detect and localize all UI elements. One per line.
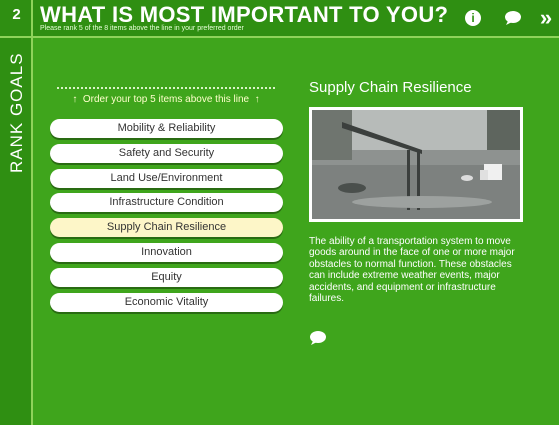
rank-item[interactable]: Economic Vitality	[50, 292, 283, 312]
detail-title: Supply Chain Resilience	[309, 79, 472, 96]
flooded-highway-image	[312, 110, 520, 219]
detail-photo	[309, 107, 523, 222]
comment-icon	[505, 11, 521, 25]
detail-description: The ability of a transportation system t…	[309, 236, 515, 305]
app-window: 2 RANK GOALS WHAT IS MOST IMPORTANT TO Y…	[0, 0, 559, 425]
left-rail: 2 RANK GOALS	[0, 0, 33, 425]
info-icon: i	[465, 10, 481, 26]
instruction-text: Order your top 5 items above this line	[82, 94, 250, 105]
rank-item[interactable]: Equity	[50, 267, 283, 287]
rail-divider	[0, 36, 33, 38]
rank-instruction: ↑ Order your top 5 items above this line…	[57, 94, 275, 105]
header-divider	[33, 36, 559, 38]
ranking-list: Mobility & Reliability Safety and Securi…	[50, 119, 283, 317]
page-subtitle: Please rank 5 of the 8 items above the l…	[40, 25, 244, 32]
comment-button[interactable]	[503, 8, 523, 28]
rank-item-selected[interactable]: Supply Chain Resilience	[50, 218, 283, 238]
up-arrow-icon: ↑	[254, 94, 260, 105]
comment-icon	[310, 331, 326, 345]
next-step-button[interactable]: »	[536, 7, 556, 29]
rail-title: RANK GOALS	[7, 52, 26, 173]
up-arrow-icon: ↑	[72, 94, 78, 105]
rank-item[interactable]: Mobility & Reliability	[50, 119, 283, 138]
header-bar: WHAT IS MOST IMPORTANT TO YOU? Please ra…	[33, 0, 559, 36]
instruction-separator	[57, 87, 275, 89]
rank-item[interactable]: Safety and Security	[50, 143, 283, 163]
info-button[interactable]: i	[463, 8, 483, 28]
step-number: 2	[12, 6, 21, 23]
rank-item[interactable]: Infrastructure Condition	[50, 193, 283, 213]
rank-item[interactable]: Innovation	[50, 242, 283, 262]
rank-item[interactable]: Land Use/Environment	[50, 168, 283, 188]
add-comment-button[interactable]	[309, 330, 327, 348]
